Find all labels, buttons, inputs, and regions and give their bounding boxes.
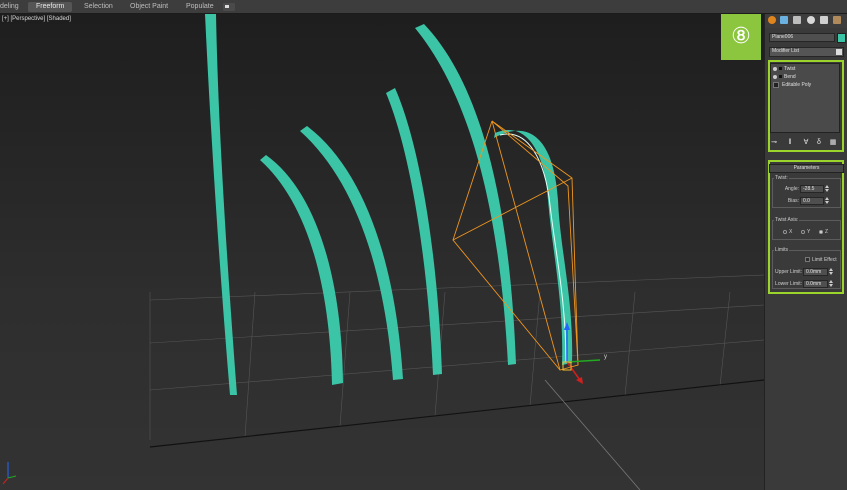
world-axis-tripod	[2, 462, 17, 485]
viewport-scene: y	[2, 14, 764, 490]
grass-blade	[205, 14, 237, 395]
axis-y-label: Y	[807, 229, 811, 235]
twist-group-label: Twist:	[774, 175, 789, 181]
bias-spinner-arrows[interactable]	[825, 197, 829, 204]
angle-spinner-arrows[interactable]	[825, 185, 829, 192]
utilities-icon[interactable]	[833, 16, 841, 24]
configure-modifier-sets-icon[interactable]: ▦	[829, 139, 837, 147]
motion-icon[interactable]	[807, 16, 815, 24]
bias-spinner-input[interactable]: 0.0	[800, 197, 824, 205]
angle-spinner-input[interactable]: -28.5	[800, 185, 824, 193]
perspective-viewport[interactable]: y [+] [Perspective] [Shaded]	[0, 14, 764, 490]
pin-stack-icon[interactable]: ⊸	[770, 139, 778, 147]
grid-axis-line	[149, 379, 764, 448]
viewport-label[interactable]: [+] [Perspective] [Shaded]	[2, 16, 71, 22]
stack-item-label: Twist	[784, 66, 796, 72]
stack-item-bend[interactable]: Bend	[772, 73, 796, 81]
axis-x-radio[interactable]	[783, 230, 787, 234]
command-panel-tabs	[765, 14, 847, 28]
object-icon	[773, 81, 779, 88]
upper-limit-input[interactable]: 0.0mm	[803, 268, 828, 276]
twist-axis-group-label: Twist Axis:	[774, 217, 800, 223]
modifier-stack[interactable]: Twist Bend Editable Poly	[770, 63, 840, 133]
upper-limit-spinner-arrows[interactable]	[829, 268, 833, 275]
parameters-rollout-header[interactable]: Parameters	[769, 164, 844, 173]
tab-freeform[interactable]: Freeform	[28, 2, 73, 12]
tab-object-paint[interactable]: Object Paint	[126, 2, 172, 12]
object-color-swatch[interactable]	[837, 33, 846, 43]
axis-z-label: Z	[825, 229, 829, 235]
remove-modifier-icon[interactable]: δ	[815, 139, 823, 147]
grass-blade	[260, 155, 343, 385]
limits-group-label: Limits	[774, 247, 790, 253]
axis-y-radio[interactable]	[801, 230, 805, 234]
modify-icon[interactable]	[780, 16, 788, 24]
ribbon-bar: deling Freeform Selection Object Paint P…	[0, 0, 847, 14]
stack-item-label: Bend	[784, 74, 796, 80]
limit-effect-checkbox[interactable]	[805, 257, 810, 262]
step-number-badge: ⑧	[721, 14, 761, 60]
grid-axis-line	[544, 379, 641, 490]
create-icon[interactable]	[768, 16, 776, 24]
stack-item-editable-poly[interactable]: Editable Poly	[772, 81, 811, 89]
lower-limit-label: Lower Limit:	[775, 281, 802, 287]
tab-selection[interactable]: Selection	[80, 2, 117, 12]
axis-z-radio[interactable]	[819, 230, 823, 234]
modifier-list-label: Modifier List	[772, 48, 799, 54]
upper-limit-label: Upper Limit:	[775, 269, 802, 275]
limit-effect-label: Limit Effect	[812, 257, 837, 263]
modifier-list-dropdown[interactable]: Modifier List	[769, 47, 844, 57]
hierarchy-icon[interactable]	[793, 16, 801, 24]
show-end-result-icon[interactable]: ‖	[786, 139, 794, 147]
angle-label: Angle:	[784, 186, 799, 192]
lower-limit-input[interactable]: 0.0mm	[803, 280, 828, 288]
dropdown-arrow-icon	[836, 49, 842, 55]
lightbulb-icon	[773, 66, 777, 71]
tab-populate[interactable]: Populate	[182, 2, 218, 12]
stack-item-twist[interactable]: Twist	[772, 65, 795, 73]
stack-item-label: Editable Poly	[782, 82, 812, 88]
display-icon[interactable]	[820, 16, 828, 24]
bias-label: Bias:	[787, 198, 799, 204]
make-unique-icon[interactable]: ∀	[802, 139, 810, 147]
lower-limit-spinner-arrows[interactable]	[829, 280, 833, 287]
home-grid	[149, 274, 764, 448]
tab-modeling[interactable]: deling	[0, 2, 23, 12]
object-name-field[interactable]: Plane006	[769, 33, 835, 42]
axis-x-label: X	[789, 229, 793, 235]
gizmo-y-label: y	[604, 354, 607, 360]
grass-blades	[205, 14, 573, 395]
lightbulb-icon	[773, 74, 777, 79]
command-panel: Plane006 Modifier List Twist Bend Editab…	[764, 14, 847, 490]
ribbon-toggle-button[interactable]	[223, 3, 235, 11]
